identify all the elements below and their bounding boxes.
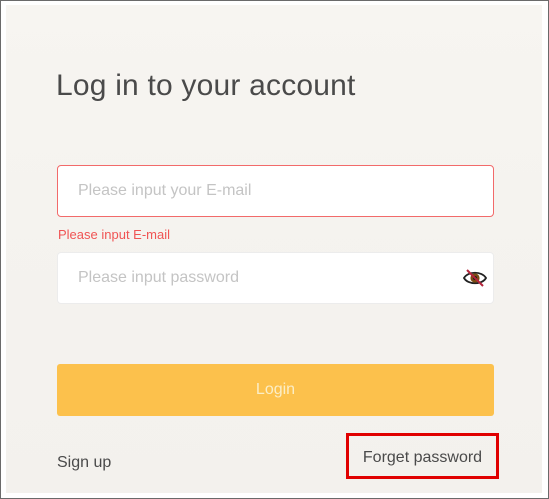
login-card: Log in to your account Please input E-ma… <box>6 5 542 493</box>
password-input[interactable] <box>58 253 493 303</box>
login-button[interactable]: Login <box>57 364 494 416</box>
email-error-message: Please input E-mail <box>58 227 170 242</box>
eye-slash-icon[interactable] <box>462 268 488 288</box>
email-field-wrapper <box>57 165 494 217</box>
sign-up-link[interactable]: Sign up <box>57 454 111 472</box>
screenshot-frame: Log in to your account Please input E-ma… <box>0 0 549 499</box>
forget-password-link[interactable]: Forget password <box>346 433 499 479</box>
email-input[interactable] <box>58 166 493 216</box>
password-field-wrapper <box>57 252 494 304</box>
page-title: Log in to your account <box>56 69 356 102</box>
